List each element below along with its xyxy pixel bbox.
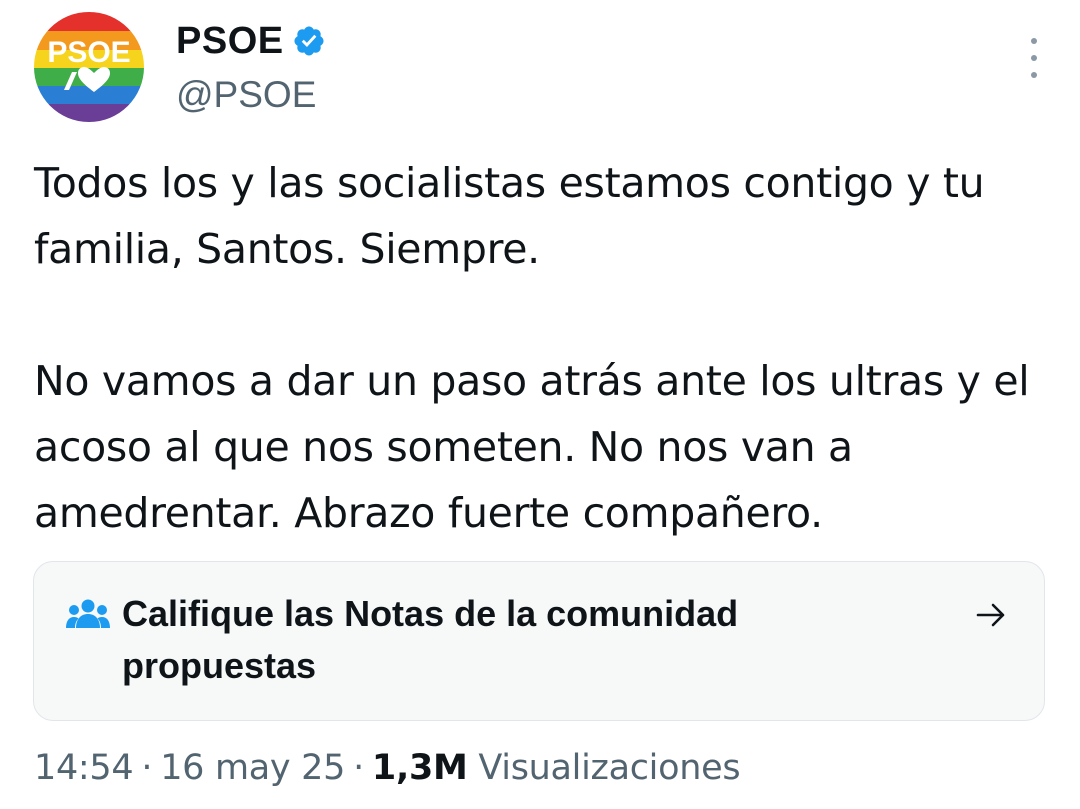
avatar[interactable]: PSOE [34, 12, 144, 122]
more-options-icon[interactable] [1022, 38, 1046, 78]
tweet-header: PSOE PSOE @PSOE [34, 12, 1054, 124]
views-count[interactable]: 1,3M [372, 748, 468, 788]
community-notes-card[interactable]: Califique las Notas de la comunidad prop… [33, 561, 1045, 721]
arrow-right-icon [974, 600, 1008, 630]
verified-badge-icon [292, 24, 326, 58]
tweet-text: Todos los y las socialistas estamos cont… [34, 150, 1054, 546]
meta-separator: · [141, 748, 153, 788]
author-handle[interactable]: @PSOE [176, 74, 326, 116]
meta-separator: · [353, 748, 364, 788]
author-info[interactable]: PSOE @PSOE [176, 18, 326, 116]
community-notes-label: Califique las Notas de la comunidad prop… [122, 593, 739, 686]
tweet-meta: 14:54 · 16 may 25 · 1,3M Visualizaciones [34, 748, 741, 788]
tweet-date[interactable]: 16 may 25 [160, 748, 345, 788]
author-display-name[interactable]: PSOE [176, 20, 284, 63]
tweet-paragraph: Todos los y las socialistas estamos cont… [34, 159, 985, 273]
community-notes-icon [66, 598, 110, 632]
tweet-paragraph: No vamos a dar un paso atrás ante los ul… [34, 357, 1030, 537]
tweet-time[interactable]: 14:54 [34, 748, 134, 788]
avatar-logo-text: PSOE [47, 36, 130, 69]
views-label[interactable]: Visualizaciones [478, 748, 740, 788]
